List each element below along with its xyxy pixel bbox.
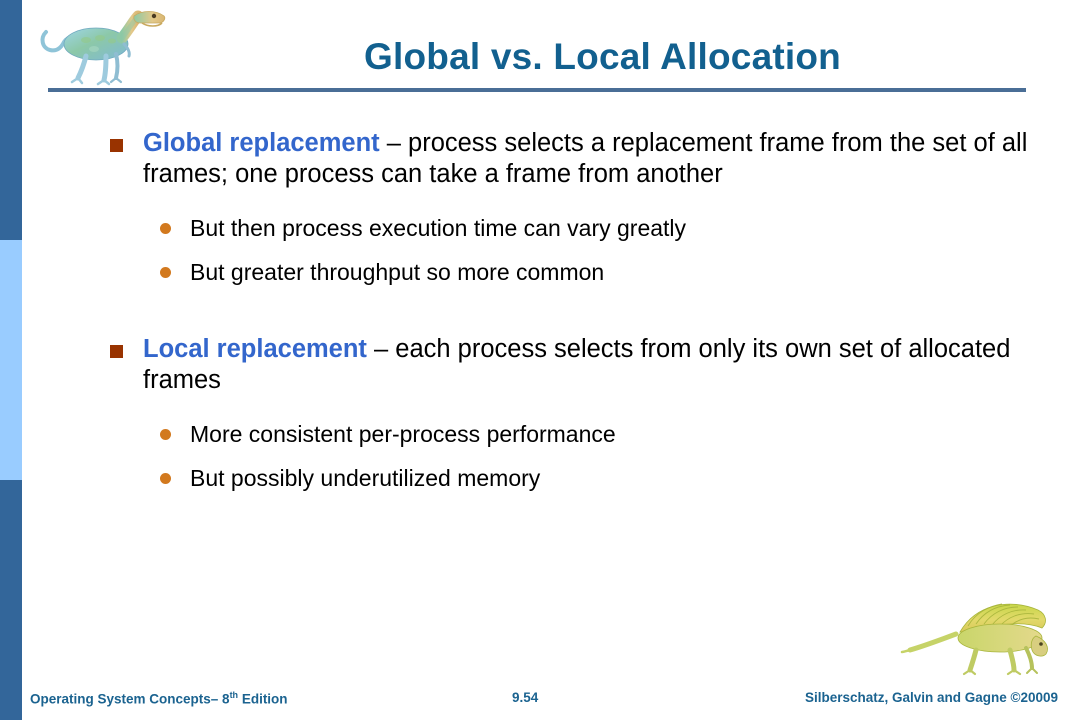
sub-bullet-underutilized-memory: But possibly underutilized memory: [0, 464, 1080, 492]
bullet-lead-term: Global replacement: [143, 129, 380, 157]
square-bullet-icon: [110, 345, 123, 358]
slide-body: Global replacement – process selects a r…: [0, 128, 1080, 658]
footer-book-text: Operating System Concepts– 8: [30, 691, 230, 707]
round-bullet-icon: [160, 473, 171, 484]
sub-bullet-text: But then process execution time can vary…: [190, 215, 687, 241]
sub-bullet-text: More consistent per-process performance: [190, 421, 616, 447]
slide-footer: Operating System Concepts– 8th Edition 9…: [0, 674, 1080, 720]
dimetrodon-dinosaur-icon: [898, 596, 1068, 676]
sub-bullet-text: But greater throughput so more common: [190, 259, 605, 285]
sub-bullet-throughput: But greater throughput so more common: [0, 258, 1080, 286]
sub-bullet-text: But possibly underutilized memory: [190, 465, 541, 491]
bullet-item-global-replacement: Global replacement – process selects a r…: [0, 128, 1080, 190]
round-bullet-icon: [160, 429, 171, 440]
bullet-item-local-replacement: Local replacement – each process selects…: [0, 334, 1080, 396]
footer-book-title: Operating System Concepts– 8th Edition: [30, 690, 288, 707]
round-bullet-icon: [160, 267, 171, 278]
slide-page-number: 9.54: [512, 690, 539, 705]
footer-edition-ordinal: th: [229, 690, 239, 700]
presentation-slide: Global vs. Local Allocation Global repla…: [0, 0, 1080, 720]
round-bullet-icon: [160, 223, 171, 234]
bullet-lead-term: Local replacement: [143, 335, 367, 363]
sub-bullet-execution-time: But then process execution time can vary…: [0, 214, 1080, 242]
footer-edition-word: Edition: [238, 691, 288, 707]
title-divider-rule: [48, 88, 1026, 92]
theropod-dinosaur-icon: [34, 2, 174, 88]
sub-bullet-consistent-performance: More consistent per-process performance: [0, 420, 1080, 448]
slide-title: Global vs. Local Allocation: [364, 36, 841, 77]
footer-copyright-credit: Silberschatz, Galvin and Gagne ©20009: [804, 690, 1058, 705]
square-bullet-icon: [110, 139, 123, 152]
